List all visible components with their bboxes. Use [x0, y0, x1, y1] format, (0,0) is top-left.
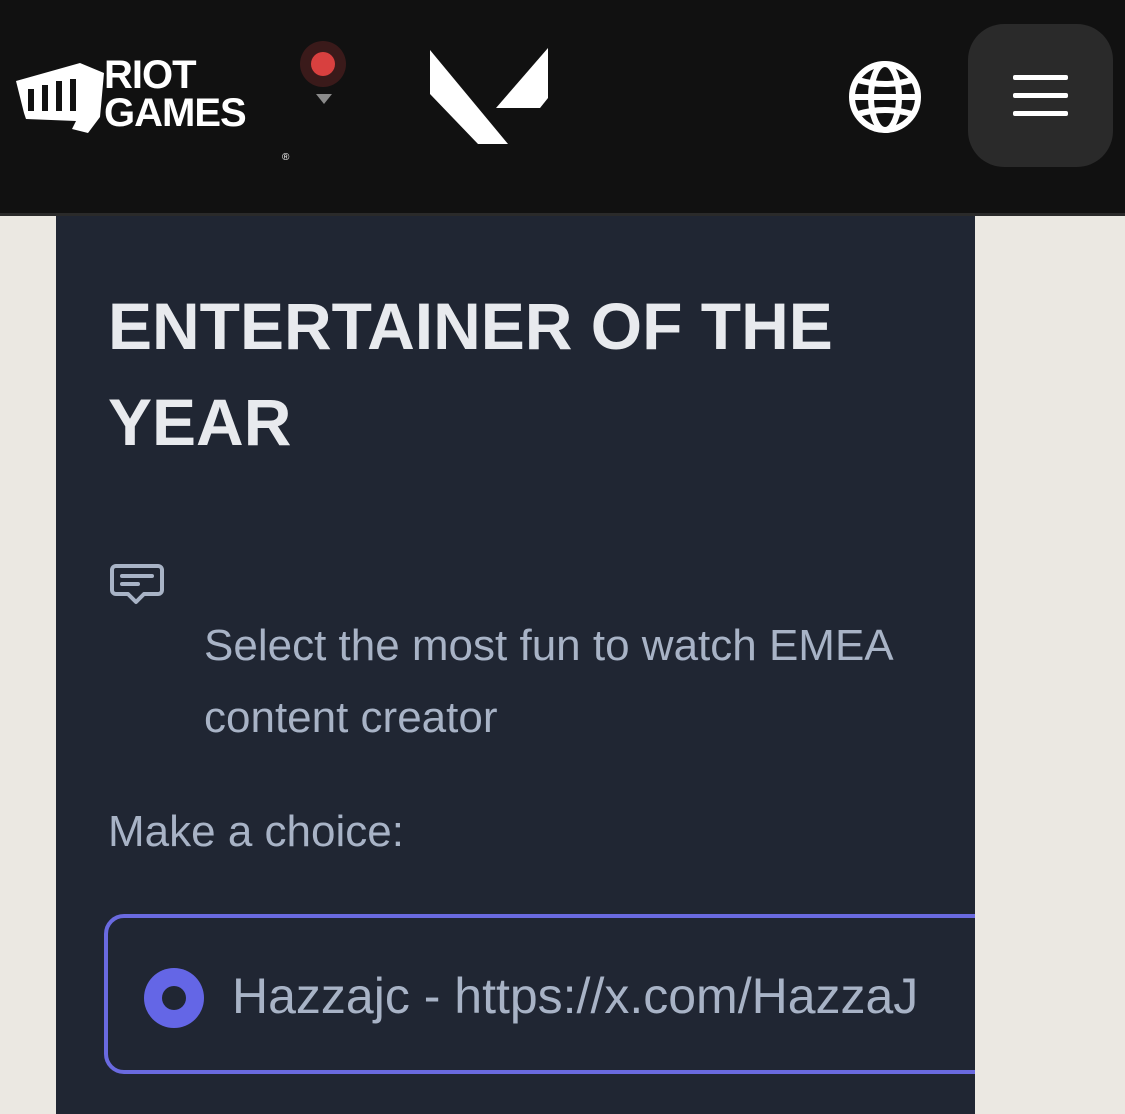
- question-description: Select the most fun to watch EMEA conten…: [204, 621, 892, 742]
- brand-line-1: RIOT: [104, 53, 197, 97]
- hamburger-menu-icon: [1013, 75, 1068, 80]
- message-icon: [110, 564, 164, 604]
- question-card: ENTERTAINER OF THE YEAR Select the most …: [56, 216, 975, 1114]
- menu-button[interactable]: [968, 24, 1113, 167]
- hamburger-bar: [1013, 93, 1068, 98]
- brand-line-2: GAMES: [104, 91, 247, 135]
- riot-fist-icon: [16, 63, 104, 133]
- choice-prompt: Make a choice:: [108, 807, 404, 856]
- choice-option[interactable]: Hazzajc - https://x.com/HazzaJ: [104, 914, 975, 1074]
- valorant-logo[interactable]: [428, 46, 550, 146]
- top-navbar: RIOT GAMES ®: [0, 0, 1125, 216]
- globe-icon[interactable]: [846, 58, 924, 136]
- game-switcher-icon[interactable]: [298, 40, 350, 116]
- question-title: ENTERTAINER OF THE YEAR: [108, 289, 833, 459]
- riot-games-logo[interactable]: RIOT GAMES ®: [12, 53, 289, 163]
- choice-option-label: Hazzajc - https://x.com/HazzaJ: [232, 968, 919, 1024]
- radio-dot: [162, 986, 186, 1010]
- radio-selected-icon[interactable]: [144, 968, 204, 1028]
- registered-mark: ®: [282, 152, 290, 163]
- riot-games-wordmark: RIOT GAMES: [104, 53, 247, 135]
- hamburger-bar: [1013, 111, 1068, 116]
